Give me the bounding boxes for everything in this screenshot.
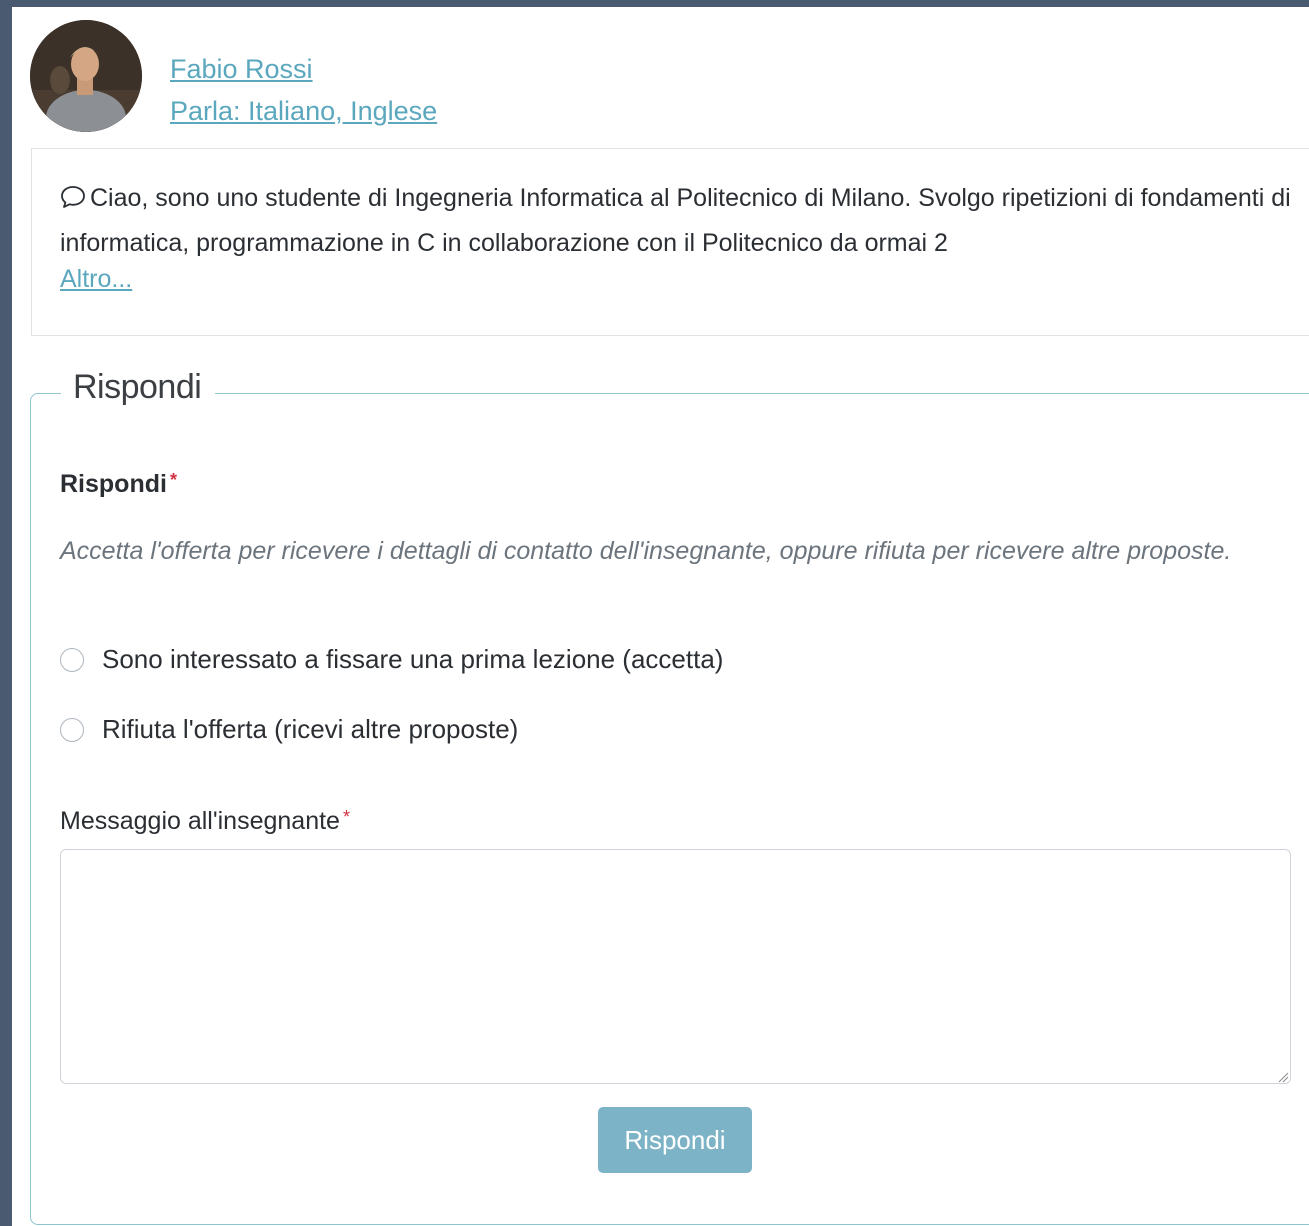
bio-text-block: Ciao, sono uno studente di Ingegneria In…: [60, 177, 1301, 261]
resize-handle-icon[interactable]: [1277, 1070, 1309, 1222]
teacher-avatar[interactable]: [30, 20, 142, 132]
avatar-photo-icon: [30, 20, 142, 132]
option-decline-label: Rifiuta l'offerta (ricevi altre proposte…: [102, 714, 519, 744]
required-mark: *: [342, 807, 350, 827]
radio-decline[interactable]: [60, 717, 84, 742]
radio-accept[interactable]: [60, 647, 84, 672]
option-decline[interactable]: Rifiuta l'offerta (ricevi altre proposte…: [60, 714, 518, 745]
message-textarea[interactable]: [60, 849, 1291, 1084]
message-label: Messaggio all'insegnante *: [60, 807, 350, 836]
required-mark: *: [169, 470, 177, 490]
reply-submit-button[interactable]: Rispondi: [598, 1107, 752, 1173]
page-panel: Fabio Rossi Parla: Italiano, Inglese Cia…: [12, 7, 1309, 1226]
reply-legend: Rispondi: [61, 368, 216, 407]
reply-label-text: Rispondi: [60, 470, 167, 498]
option-accept-label: Sono interessato a fissare una prima lez…: [102, 644, 724, 674]
teacher-bio-box: Ciao, sono uno studente di Ingegneria In…: [31, 148, 1309, 336]
option-accept[interactable]: Sono interessato a fissare una prima lez…: [60, 644, 723, 675]
bio-text: Ciao, sono uno studente di Ingegneria In…: [60, 184, 1291, 257]
teacher-languages-link[interactable]: Parla: Italiano, Inglese: [170, 96, 437, 127]
reply-label: Rispondi *: [60, 470, 177, 499]
speech-bubble-icon: [60, 180, 86, 222]
bio-more-link[interactable]: Altro...: [60, 265, 132, 294]
reply-help-text: Accetta l'offerta per ricevere i dettagl…: [60, 537, 1232, 565]
message-label-text: Messaggio all'insegnante: [60, 807, 340, 835]
reply-fieldset: Rispondi Rispondi * Accetta l'offerta per…: [30, 368, 1309, 1225]
teacher-name-link[interactable]: Fabio Rossi: [170, 54, 313, 85]
